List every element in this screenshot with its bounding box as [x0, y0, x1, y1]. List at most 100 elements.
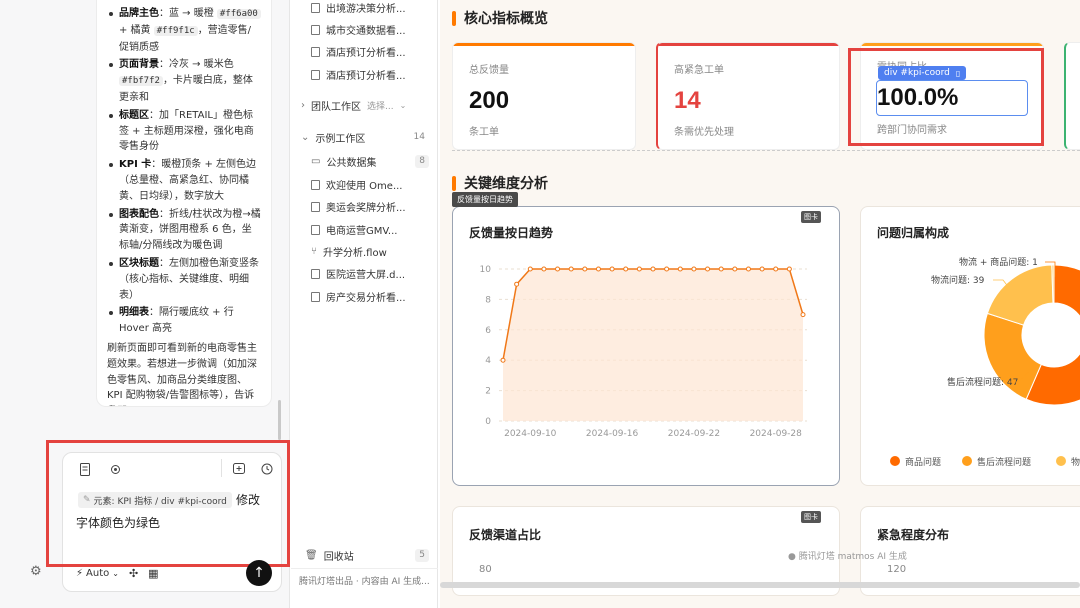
mode-selector[interactable]: ⚡ Auto ⌄ [76, 568, 119, 579]
list-item: 品牌主色：蓝 → 暖橙 #ff6a00 + 橘黄 #ff9f1c ，营造零售/促销… [107, 6, 261, 55]
tree-item[interactable]: 房产交易分析看... [311, 289, 406, 304]
data-point [555, 266, 561, 272]
kpi-label: 总反馈量 [469, 65, 509, 76]
x-tick-label: 2024-09-10 [504, 429, 557, 439]
gear-icon[interactable]: ⚙ [30, 564, 42, 579]
tree-item[interactable]: 欢迎使用 Ome... [311, 177, 402, 192]
dashboard-file-icon [311, 69, 320, 80]
dashboard-file-icon [311, 24, 320, 35]
data-point [500, 357, 506, 363]
chevron-down-icon: ⌄ [399, 101, 407, 110]
tree-item[interactable]: 酒店预订分析看... [311, 44, 406, 59]
line-chart: 0 2 4 6 8 10 2024-09-10 2024-09-16 2024-09-22 202… [480, 265, 807, 439]
chevron-down-icon: ⌄ [112, 568, 119, 578]
data-point [800, 312, 806, 318]
legend-marker [1056, 456, 1066, 466]
legend-label: 售后流程问题 [977, 456, 1031, 468]
chevron-right-icon: › [301, 100, 305, 111]
legend-label: 物 [1071, 456, 1080, 468]
tree-item[interactable]: 酒店预订分析看... [311, 67, 406, 82]
list-item: 区块标题：左侧加橙色渐变竖条（核心指标、关键维度、明细表） [107, 256, 261, 303]
highlight-frame [46, 440, 290, 567]
data-point [677, 266, 683, 272]
flow-icon: ⑂ [311, 246, 317, 257]
trash-icon: 🗑 [305, 550, 318, 561]
y-tick-label: 2 [485, 387, 491, 397]
legend-marker [890, 456, 900, 466]
tick-label: 120 [887, 564, 907, 575]
grid-icon[interactable]: ▦ [148, 567, 158, 580]
tree-item[interactable]: 奥运会奖牌分析... [311, 199, 406, 214]
pie-slice [986, 264, 1054, 326]
slice-annotation: 物流 + 商品问题: 1 [959, 256, 1038, 268]
dashboard-file-icon [311, 224, 320, 235]
section-title-dimension: 关键维度分析 [452, 173, 548, 193]
list-item: 页面背景：冷灰 → 暖米色 #fbf7f2 ，卡片暖白底，整体更亲和 [107, 57, 261, 105]
kpi-card-total[interactable]: 总反馈量 200 条工单 [452, 42, 636, 150]
assistant-message: 品牌主色：蓝 → 暖橙 #ff6a00 + 橘黄 #ff9f1c ，营造零售/促销… [96, 0, 272, 407]
tree-item[interactable]: ⑂ 升学分析.flow [311, 244, 387, 259]
data-point [514, 281, 520, 287]
magic-icon[interactable]: ✣ [129, 567, 138, 580]
recycle-bin[interactable]: 🗑 回收站 [305, 548, 354, 563]
chart-card-trend[interactable]: 反馈量按日趋势 图卡 0 2 4 6 8 10 2024-09-10 2024-09-16 20… [452, 206, 840, 486]
data-point [745, 266, 751, 272]
area-fill [503, 269, 803, 421]
data-point [527, 266, 533, 272]
chat-scrollbar[interactable] [278, 400, 281, 440]
team-workspace[interactable]: › 团队工作区 选择... ⌄ [301, 98, 406, 113]
chart-title: 反馈渠道占比 [469, 528, 542, 542]
input-toolbar: ⚡ Auto ⌄ ✣ ▦ [76, 562, 159, 584]
list-item: 图表配色：折线/柱状改为橙→橘黄渐变，饼图用橙系 6 色，坐标轴/分隔线改为暖色… [107, 207, 261, 254]
kpi-label: 高紧急工单 [674, 65, 724, 76]
tree-item[interactable]: 电商运营GMV... [311, 222, 397, 237]
data-point [623, 266, 629, 272]
dashboard-file-icon [311, 201, 320, 212]
chart-card-composition[interactable]: 问题归属构成 物流 + 商品问题: 1 物流问题: 39 售后流程问题: 47 商品问… [860, 206, 1080, 486]
kpi-accent-bar [658, 43, 839, 46]
element-tag: 反馈量按日趋势 [452, 192, 518, 207]
kpi-value: 14 [674, 87, 701, 114]
document-file-icon [311, 179, 320, 190]
kpi-value: 200 [469, 87, 510, 114]
y-tick-label: 4 [485, 356, 491, 366]
x-tick-label: 2024-09-16 [586, 429, 639, 439]
folder-icon: ▭ [311, 156, 321, 167]
kpi-card-urgent[interactable]: 高紧急工单 14 条需优先处理 [656, 42, 840, 150]
ai-watermark: ● 腾讯灯塔 matmos AI 生成 [788, 552, 907, 562]
chart-title: 紧急程度分布 [877, 528, 950, 542]
horizontal-scrollbar[interactable] [440, 582, 1080, 588]
dashboard-file-icon [311, 2, 320, 13]
data-point [732, 266, 738, 272]
tree-item[interactable]: 医院运营大屏.d... [311, 266, 405, 281]
tree-item[interactable]: 出境游决策分析... [311, 0, 406, 15]
y-tick-label: 0 [485, 417, 491, 427]
lightning-icon: ⚡ [76, 567, 84, 579]
x-tick-label: 2024-09-22 [668, 429, 720, 439]
kpi-card-daily[interactable] [1064, 42, 1080, 150]
pie-chart: 物流 + 商品问题: 1 物流问题: 39 售后流程问题: 47 商品问题 售后流程问题… [890, 256, 1080, 468]
data-point [541, 266, 547, 272]
arrow-up-icon: ↑ [253, 565, 265, 581]
y-tick-label: 6 [485, 326, 491, 336]
send-button[interactable]: ↑ [246, 560, 272, 586]
slice-annotation: 售后流程问题: 47 [947, 376, 1018, 388]
recycle-count: 5 [415, 549, 429, 562]
x-tick-label: 2024-09-28 [750, 429, 803, 439]
tree-item[interactable]: 城市交通数据看... [311, 22, 406, 37]
example-workspace[interactable]: ⌄ 示例工作区 [301, 130, 365, 145]
section-title-core: 核心指标概览 [452, 8, 548, 28]
data-point [705, 266, 711, 272]
y-tick-label: 8 [485, 295, 491, 305]
chat-panel: 品牌主色：蓝 → 暖橙 #ff6a00 + 橘黄 #ff9f1c ，营造零售/促销… [0, 0, 290, 608]
highlight-frame [848, 48, 1044, 146]
chart-badge: 图卡 [801, 211, 821, 223]
document-file-icon [311, 46, 320, 57]
chevron-down-icon: ⌄ [301, 132, 310, 143]
list-item: 标题区：加「RETAIL」橙色标签 + 主标题用深橙，强化电商零售身份 [107, 108, 261, 155]
tree-item[interactable]: ▭ 公共数据集 [311, 154, 376, 169]
data-point [595, 266, 601, 272]
file-tree: 出境游决策分析... 城市交通数据看... 酒店预订分析看... 酒店预订分析看… [291, 0, 438, 608]
summary-text: 刷新页面即可看到新的电商零售主题效果。若想进一步微调（如加深色零售风、加商品分类… [107, 342, 257, 402]
data-point [582, 266, 588, 272]
